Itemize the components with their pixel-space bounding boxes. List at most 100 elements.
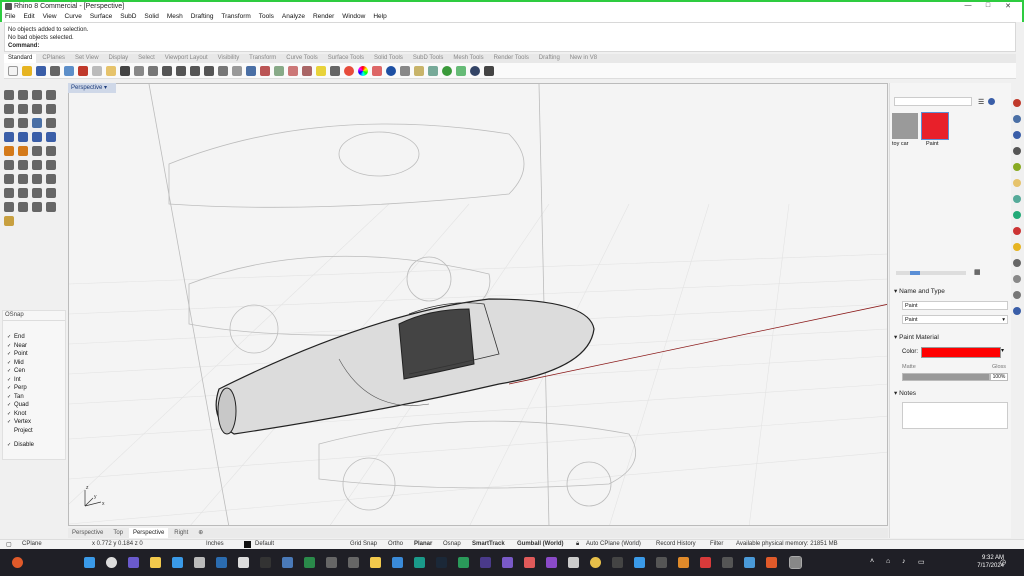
planar-toggle[interactable]: Planar	[414, 541, 432, 547]
array-icon[interactable]	[18, 188, 28, 198]
checkbox[interactable]: ✓	[7, 394, 12, 400]
osnap-item-cen[interactable]: ✓ Cen	[3, 367, 65, 376]
open-file-icon[interactable]	[22, 66, 32, 76]
checkbox[interactable]: ✓	[7, 411, 12, 417]
minimize-button[interactable]: —	[958, 2, 978, 12]
rotate-icon[interactable]	[32, 174, 42, 184]
app-icon[interactable]	[546, 557, 557, 568]
search-icon[interactable]	[106, 557, 117, 568]
help-icon[interactable]	[988, 98, 995, 105]
mesh-icon[interactable]	[4, 146, 14, 156]
tab-surface-tools[interactable]: Surface Tools	[324, 54, 368, 63]
layout-tab-icon[interactable]	[1013, 275, 1021, 283]
checkbox[interactable]: ✓	[7, 343, 12, 349]
arc-icon[interactable]	[4, 118, 14, 128]
app-icon[interactable]	[370, 557, 381, 568]
menu-subd[interactable]: SubD	[117, 12, 139, 22]
save-icon[interactable]	[36, 66, 46, 76]
osnap-item-point[interactable]: ✓ Point	[3, 350, 65, 359]
checkbox[interactable]: ✓	[7, 377, 12, 383]
tab-viewport-layout[interactable]: Viewport Layout	[161, 54, 212, 63]
zoom-icon[interactable]	[162, 66, 172, 76]
cplane-label[interactable]: CPlane	[22, 541, 42, 547]
menu-window[interactable]: Window	[339, 12, 368, 22]
weather-icon[interactable]	[12, 557, 23, 568]
rhino-icon[interactable]	[326, 557, 337, 568]
tab-select[interactable]: Select	[134, 54, 159, 63]
steam-icon[interactable]	[436, 557, 447, 568]
analyze-icon[interactable]	[400, 66, 410, 76]
notes-header[interactable]: ▾ Notes	[894, 389, 916, 397]
rotate-view-icon[interactable]	[148, 66, 158, 76]
osnap-item-near[interactable]: ✓ Near	[3, 342, 65, 351]
groundplane-tab-icon[interactable]	[1013, 259, 1021, 267]
file-explorer-icon[interactable]	[150, 557, 161, 568]
osnap-item-int[interactable]: ✓ Int	[3, 376, 65, 385]
help-tab-icon[interactable]	[1013, 147, 1021, 155]
print-icon[interactable]	[50, 66, 60, 76]
viewport-canvas[interactable]: z y x	[69, 84, 888, 526]
thumbnail-size-slider[interactable]	[896, 271, 966, 275]
light-bulb-icon[interactable]	[316, 66, 326, 76]
smarttrack-toggle[interactable]: SmartTrack	[472, 541, 505, 547]
maximize-button[interactable]: □	[978, 2, 998, 12]
chevron-down-icon[interactable]: ▾	[104, 85, 107, 91]
osnap-disable[interactable]: ✓ Disable	[3, 441, 65, 450]
network-icon[interactable]: ⌂	[886, 558, 890, 565]
grasshopper-icon[interactable]	[428, 66, 438, 76]
sun-tab-icon[interactable]	[1013, 243, 1021, 251]
tab-right[interactable]: Right	[170, 528, 192, 538]
tab-mesh-tools[interactable]: Mesh Tools	[449, 54, 487, 63]
perspective-viewport[interactable]: z y x	[68, 83, 888, 526]
mirror-icon[interactable]	[4, 188, 14, 198]
app-icon[interactable]	[722, 557, 733, 568]
tab-standard[interactable]: Standard	[4, 54, 37, 63]
menu-tools[interactable]: Tools	[256, 12, 277, 22]
checkbox[interactable]: ✓	[7, 352, 12, 357]
tab-perspective[interactable]: Perspective	[68, 528, 107, 538]
osnap-item-project[interactable]: Project	[3, 427, 65, 436]
app-icon[interactable]	[260, 557, 271, 568]
surface-icon[interactable]	[32, 118, 42, 128]
menu-transform[interactable]: Transform	[218, 12, 253, 22]
curve-icon[interactable]	[484, 66, 494, 76]
scale-icon[interactable]	[46, 174, 56, 184]
material-type-select[interactable]: Paint ▾	[902, 315, 1008, 324]
app-icon[interactable]	[458, 557, 469, 568]
render-tab-icon[interactable]	[1013, 227, 1021, 235]
new-file-icon[interactable]	[8, 66, 18, 76]
menu-edit[interactable]: Edit	[20, 12, 37, 22]
current-layer[interactable]: Default	[255, 541, 274, 547]
tool-icon[interactable]	[414, 66, 424, 76]
osnap-item-end[interactable]: ✓ End	[3, 333, 65, 342]
script-icon[interactable]	[456, 66, 466, 76]
app-icon[interactable]	[766, 557, 777, 568]
checkbox[interactable]: ✓	[7, 369, 12, 374]
zoom-extents-icon[interactable]	[190, 66, 200, 76]
app-icon[interactable]	[634, 557, 645, 568]
pan-icon[interactable]	[134, 66, 144, 76]
tab-new-in-v8[interactable]: New in V8	[566, 54, 601, 63]
app-icon[interactable]	[502, 557, 513, 568]
notification-icon[interactable]: ◷	[1000, 558, 1006, 566]
record-icon[interactable]	[470, 66, 480, 76]
join-icon[interactable]	[32, 160, 42, 170]
grid-view-icon[interactable]: ▦	[974, 268, 981, 276]
menu-drafting[interactable]: Drafting	[188, 12, 217, 22]
color-wheel-icon[interactable]	[358, 66, 368, 76]
material-icon[interactable]	[372, 66, 382, 76]
render-icon[interactable]	[344, 66, 354, 76]
blender-icon[interactable]	[678, 557, 689, 568]
edge-icon[interactable]	[172, 557, 183, 568]
select-arrow-icon[interactable]	[4, 90, 14, 100]
material-name-field[interactable]: Paint	[902, 301, 1008, 310]
freeform-icon[interactable]	[18, 118, 28, 128]
render-tool-icon[interactable]	[4, 216, 14, 226]
checkbox[interactable]: ✓	[7, 420, 12, 425]
volume-icon[interactable]: ♪	[902, 558, 906, 565]
record-history-toggle[interactable]: Record History	[656, 541, 696, 547]
tab-visibility[interactable]: Visibility	[214, 54, 244, 63]
chevron-down-icon[interactable]: ▾	[1001, 347, 1004, 354]
checkbox[interactable]: ✓	[7, 360, 12, 366]
app-icon[interactable]	[194, 557, 205, 568]
